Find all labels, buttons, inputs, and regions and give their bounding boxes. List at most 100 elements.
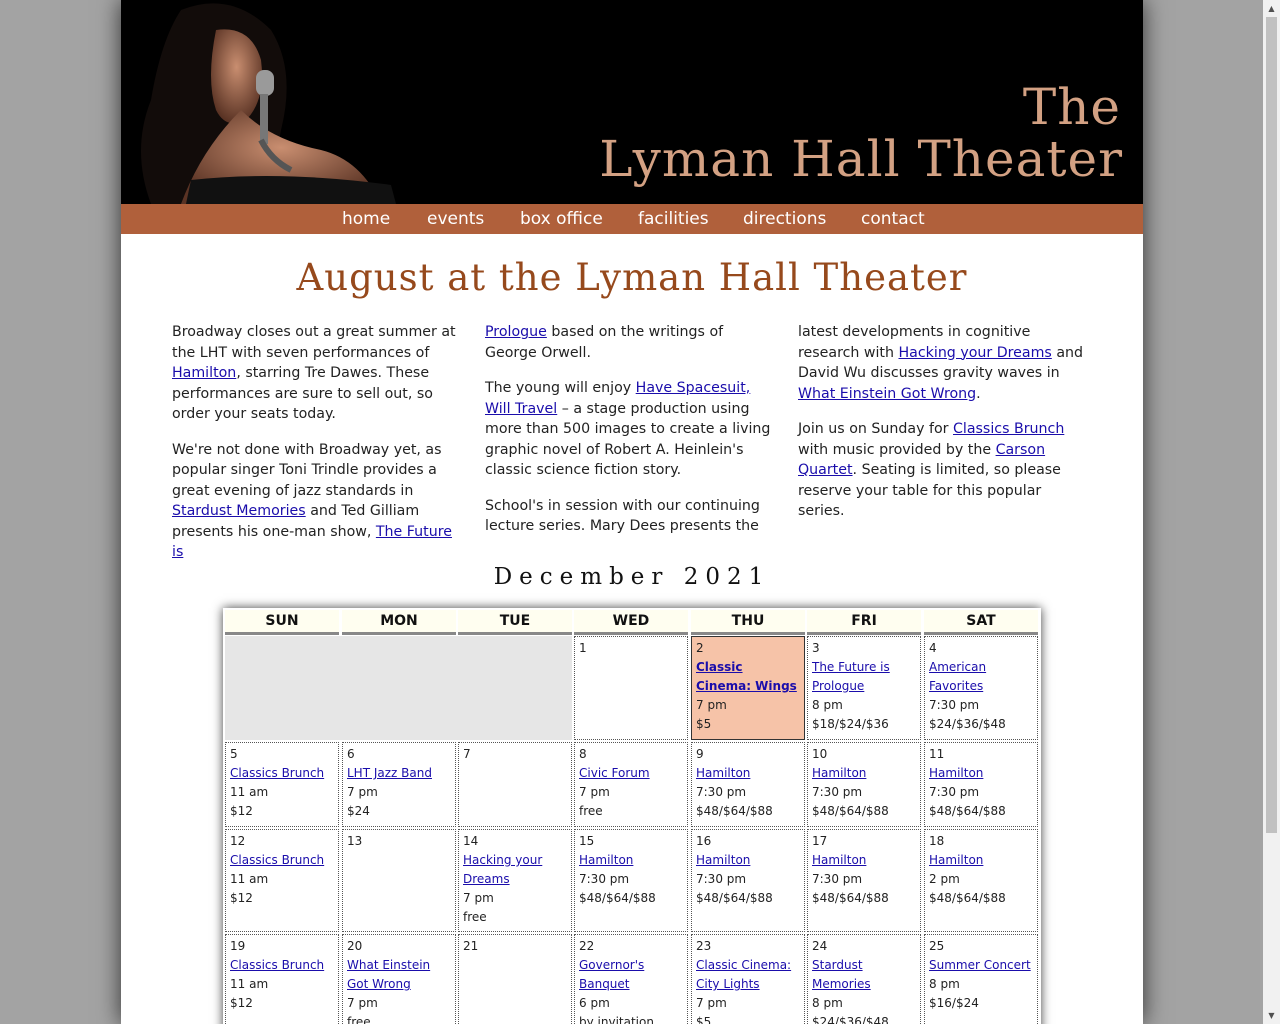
event-link[interactable]: Classics Brunch (230, 851, 334, 870)
event-time: 7:30 pm (812, 872, 863, 886)
event-link[interactable]: Hamilton (812, 764, 916, 783)
day-number: 23 (696, 939, 712, 953)
text: Broadway closes out a great summer at th… (172, 324, 456, 361)
event-link[interactable]: Stardust Memories (812, 956, 916, 994)
day-number: 15 (579, 834, 595, 848)
scroll-down-arrow-icon[interactable]: ▼ (1263, 1007, 1280, 1024)
paragraph: The young will enjoy Have Spacesuit, Wil… (485, 378, 777, 481)
day-number: 22 (579, 939, 595, 953)
link-prologue[interactable]: Prologue (485, 324, 547, 340)
day-number: 3 (812, 641, 820, 655)
event-link[interactable]: Classics Brunch (230, 956, 334, 975)
paragraph: School's in session with our continuing … (485, 497, 760, 535)
event-price: $5 (696, 717, 712, 731)
calendar-day-cell: 17 Hamilton 7:30 pm $48/$64/$88 (807, 829, 921, 932)
event-link[interactable]: What Einstein Got Wrong (347, 956, 451, 994)
link-classics-brunch[interactable]: Classics Brunch (953, 421, 1064, 437)
event-calendar: SUN MON TUE WED THU FRI SAT 1 2 Classic Cinema: W… (223, 608, 1041, 1024)
event-price: free (463, 910, 487, 924)
nav-facilities[interactable]: facilities (638, 209, 709, 229)
link-stardust-memories[interactable]: Stardust Memories (172, 503, 306, 519)
event-link[interactable]: Hacking your Dreams (463, 851, 567, 889)
event-price: $48/$64/$88 (812, 891, 889, 905)
event-link[interactable]: Classics Brunch (230, 764, 334, 783)
event-time: 7:30 pm (696, 872, 747, 886)
site-header: The Lyman Hall Theater (121, 0, 1143, 204)
weekday-header: FRI (807, 610, 921, 635)
event-link[interactable]: The Future is Prologue (812, 658, 916, 696)
event-link[interactable]: Summer Concert (929, 956, 1033, 975)
text: We're not done with Broadway yet, as pop… (172, 441, 442, 499)
event-link[interactable]: Hamilton (696, 764, 800, 783)
calendar-day-cell: 5 Classics Brunch 11 am $12 (225, 742, 339, 827)
event-link[interactable]: Hamilton (812, 851, 916, 870)
event-time: 7 pm (579, 785, 610, 799)
calendar-day-cell: 7 (458, 742, 572, 827)
weekday-header: TUE (458, 610, 572, 635)
event-link[interactable]: Classic Cinema: City Lights (696, 956, 800, 994)
calendar-day-cell: 14 Hacking your Dreams 7 pm free (458, 829, 572, 932)
day-number: 12 (230, 834, 246, 848)
event-time: 7 pm (347, 996, 378, 1010)
nav-box-office[interactable]: box office (520, 209, 603, 229)
link-hamilton[interactable]: Hamilton (172, 365, 236, 381)
calendar-day-cell: 9 Hamilton 7:30 pm $48/$64/$88 (691, 742, 805, 827)
calendar-day-cell: 22 Governor's Banquet 6 pm by invitation (574, 934, 688, 1024)
weekday-header: MON (342, 610, 456, 635)
event-link[interactable]: Hamilton (579, 851, 683, 870)
day-number: 9 (696, 747, 704, 761)
nav-contact[interactable]: contact (861, 209, 925, 229)
day-number: 7 (463, 747, 471, 761)
day-number: 16 (696, 834, 712, 848)
weekday-header: SAT (924, 610, 1038, 635)
scrollbar-thumb[interactable] (1266, 17, 1277, 833)
calendar-day-cell: 15 Hamilton 7:30 pm $48/$64/$88 (574, 829, 688, 932)
event-time: 11 am (230, 872, 269, 886)
event-link[interactable]: Civic Forum (579, 764, 683, 783)
nav-events[interactable]: events (427, 209, 484, 229)
day-number: 4 (929, 641, 937, 655)
event-time: 8 pm (812, 698, 843, 712)
calendar-day-cell: 2 Classic Cinema: Wings 7 pm $5 (691, 636, 805, 740)
link-hacking-dreams[interactable]: Hacking your Dreams (899, 345, 1052, 361)
article-column-3: latest developments in cognitive researc… (798, 322, 1090, 537)
event-time: 8 pm (929, 977, 960, 991)
page-scrollbar[interactable]: ▲ ▼ (1263, 0, 1280, 1024)
event-link[interactable]: Hamilton (929, 851, 1033, 870)
event-time: 7:30 pm (929, 785, 980, 799)
event-link[interactable]: LHT Jazz Band (347, 764, 451, 783)
weekday-header: THU (691, 610, 805, 635)
paragraph: Prologue based on the writings of George… (485, 322, 777, 363)
event-price: $48/$64/$88 (929, 891, 1006, 905)
calendar-title: December 2021 (493, 564, 771, 590)
nav-home[interactable]: home (342, 209, 390, 229)
scroll-up-arrow-icon[interactable]: ▲ (1263, 0, 1280, 17)
calendar-day-cell: 10 Hamilton 7:30 pm $48/$64/$88 (807, 742, 921, 827)
event-time: 11 am (230, 785, 269, 799)
weekday-header: WED (574, 610, 688, 635)
event-price: $16/$24 (929, 996, 979, 1010)
event-link[interactable]: Governor's Banquet (579, 956, 683, 994)
event-price: $48/$64/$88 (579, 891, 656, 905)
calendar-day-cell: 3 The Future is Prologue 8 pm $18/$24/$36 (807, 636, 921, 740)
text: . (976, 385, 981, 402)
paragraph: latest developments in cognitive researc… (798, 322, 1090, 404)
day-number: 10 (812, 747, 828, 761)
event-price: $24/$36/$48 (929, 717, 1006, 731)
event-link[interactable]: American Favorites (929, 658, 1033, 696)
day-number: 1 (579, 641, 587, 655)
event-link[interactable]: Classic Cinema: Wings (696, 658, 800, 696)
calendar-day-cell: 19 Classics Brunch 11 am $12 (225, 934, 339, 1024)
event-price: by invitation (579, 1015, 654, 1024)
day-number: 17 (812, 834, 828, 848)
paragraph: Broadway closes out a great summer at th… (172, 322, 464, 425)
nav-directions[interactable]: directions (743, 209, 826, 229)
day-number: 19 (230, 939, 246, 953)
event-price: free (347, 1015, 371, 1024)
link-einstein[interactable]: What Einstein Got Wrong (798, 386, 976, 402)
event-link[interactable]: Hamilton (929, 764, 1033, 783)
event-link[interactable]: Hamilton (696, 851, 800, 870)
event-price: $18/$24/$36 (812, 717, 889, 731)
article-column-2: Prologue based on the writings of George… (485, 322, 777, 552)
text: Join us on Sunday for (798, 421, 953, 437)
